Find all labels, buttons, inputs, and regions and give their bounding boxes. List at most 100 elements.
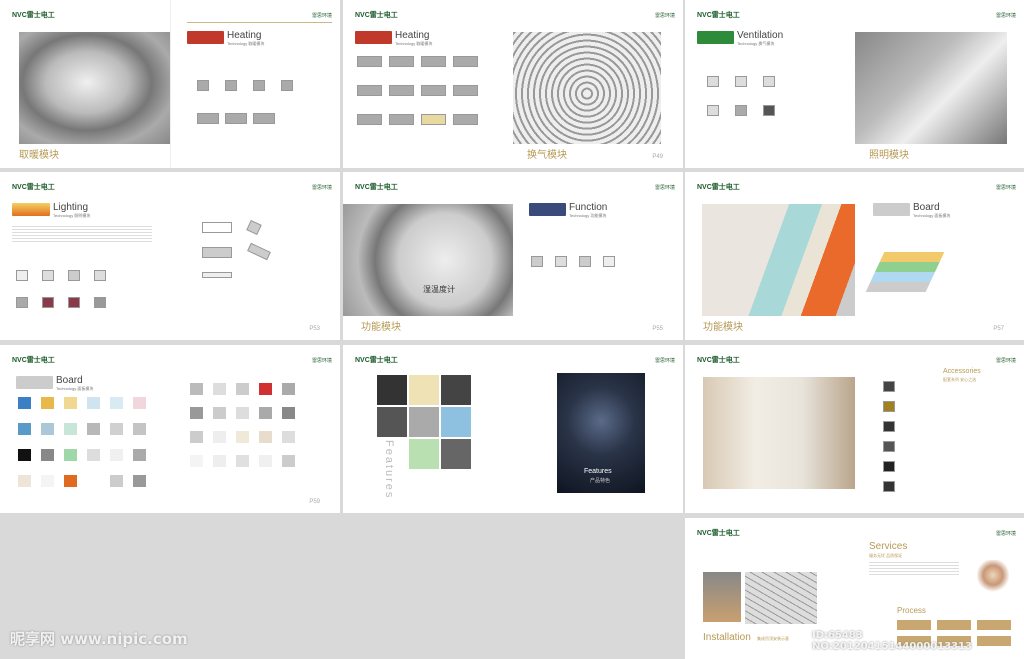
pattern-swatch [190, 383, 203, 395]
hygrometer-photo: 湿温度计 [343, 204, 513, 316]
heating-product-grid [357, 56, 485, 125]
brand-label: 雷思环境 [311, 13, 332, 19]
spread-board: NVC雷士电工 功能模块 雷思环境 Board Technology 面板模块 … [685, 172, 1024, 340]
board-layer-diagram [865, 252, 945, 292]
product-thumb [453, 85, 478, 96]
logo: NVC雷士电工 [355, 357, 398, 364]
pattern-swatch [190, 455, 203, 467]
color-swatch [110, 475, 123, 487]
pattern-swatch [236, 431, 249, 443]
product-thumb [421, 114, 446, 125]
board-subtitle: Technology 面板模块 [56, 386, 94, 391]
logo: NVC雷士电工 [697, 357, 740, 364]
pattern-swatch [236, 383, 249, 395]
ventilation-caption: 换气模块 [527, 150, 567, 161]
product-thumb [42, 297, 54, 308]
ventilation-grille-photo [513, 32, 661, 144]
page-lighting-intro: 雷思环境 照明模块 [855, 0, 1024, 168]
page-heating-products-2: NVC雷士电工 Heating Technology 取暖模块 [343, 0, 513, 168]
accessory-thumb [883, 401, 895, 412]
product-thumb [16, 270, 28, 281]
bathroom-photo [703, 377, 855, 489]
process-step [977, 620, 1011, 630]
board-header: Board Technology 面板模块 [16, 376, 93, 392]
color-swatch [87, 423, 100, 435]
brand-label: 雷思环境 [654, 185, 675, 191]
brand-label: 雷思环境 [654, 13, 675, 19]
heating-icon [355, 31, 392, 44]
brand-label: 雷思环境 [654, 358, 675, 364]
heating-icon [187, 31, 224, 44]
product-thumb [197, 113, 219, 124]
brand-label: 雷思环境 [995, 358, 1016, 364]
board-panels-photo [702, 204, 855, 316]
color-swatch [18, 423, 31, 435]
product-thumb [707, 105, 719, 116]
page-accessories: 雷思环境 Accessories 配套系列 安心之选 [855, 345, 1024, 513]
product-thumb [281, 80, 293, 91]
pattern-swatch [259, 431, 272, 443]
color-swatch [18, 397, 31, 409]
product-thumb [202, 272, 232, 278]
heating-lamp-photo [19, 32, 170, 144]
pattern-swatch [213, 455, 226, 467]
page-number: P49 [652, 154, 663, 160]
logo: NVC雷士电工 [697, 12, 740, 19]
heating-subtitle: Technology 取暖模块 [395, 41, 433, 46]
product-thumb [68, 270, 80, 281]
ventilation-icon [697, 31, 734, 44]
product-thumb [531, 256, 543, 267]
service-agent-photo [977, 560, 1009, 598]
product-thumb [555, 256, 567, 267]
pattern-swatch [213, 431, 226, 443]
lighting-text-block [12, 224, 152, 242]
product-thumb [389, 56, 414, 67]
pattern-swatch [282, 407, 295, 419]
color-swatch [133, 449, 146, 461]
product-thumb [707, 76, 719, 87]
heating-title: Heating [227, 30, 262, 41]
logo: NVC雷士电工 [355, 184, 398, 191]
product-thumb [453, 114, 478, 125]
color-swatch [110, 423, 123, 435]
spread-heating-ventilation: NVC雷士电工 Heating Technology 取暖模块 雷思环境 换气模… [343, 0, 683, 168]
page-features-cover: 雷思环境 Features 产品特色 [513, 345, 683, 513]
page-ventilation-intro: 雷思环境 换气模块 P49 [513, 0, 683, 168]
heating-product-grid [197, 80, 309, 124]
accessories-subtitle: 配套系列 安心之选 [943, 377, 977, 382]
color-swatch [110, 449, 123, 461]
page-lighting-products: NVC雷士电工 Lighting Technology 照明模块 [0, 172, 170, 340]
product-thumb [357, 85, 382, 96]
board-swatch-grid [18, 397, 156, 487]
color-swatch [18, 475, 31, 487]
function-header: Function Technology 功能模块 [529, 203, 607, 219]
product-thumb [94, 297, 106, 308]
pattern-swatch [236, 407, 249, 419]
pattern-swatch [190, 407, 203, 419]
color-swatch [133, 397, 146, 409]
pattern-swatch [236, 455, 249, 467]
accessories-title: Accessories [943, 368, 981, 375]
spread-ventilation-lighting: NVC雷士电工 Ventilation Technology 换气模块 雷思环境… [685, 0, 1024, 168]
features-cover-subtitle: 产品特色 [590, 478, 611, 484]
pattern-swatch [282, 383, 295, 395]
product-thumb [389, 85, 414, 96]
ventilation-header: Ventilation Technology 换气模块 [697, 31, 783, 47]
color-swatch [133, 423, 146, 435]
product-thumb [197, 80, 209, 91]
spread-function: NVC雷士电工 湿温度计 功能模块 雷思环境 Function Technolo… [343, 172, 683, 340]
function-title: Function [569, 202, 608, 213]
ventilation-product-grid [707, 76, 791, 116]
collage-tile [377, 407, 407, 437]
board-caption: 功能模块 [703, 322, 743, 333]
heating-header: Heating Technology 取暖模块 [355, 31, 432, 47]
product-thumb [421, 56, 446, 67]
installation-subtitle: 集成吊顶安装示意 [757, 636, 789, 641]
color-swatch [64, 449, 77, 461]
brand-label: 雷思环境 [995, 185, 1016, 191]
color-swatch [41, 423, 54, 435]
process-step [937, 620, 971, 630]
page-lighting-products-2: 雷思环境 P53 [170, 172, 340, 340]
pattern-swatch [259, 383, 272, 395]
spread-accessories: NVC雷士电工 雷思环境 Accessories 配套系列 安心之选 [685, 345, 1024, 513]
